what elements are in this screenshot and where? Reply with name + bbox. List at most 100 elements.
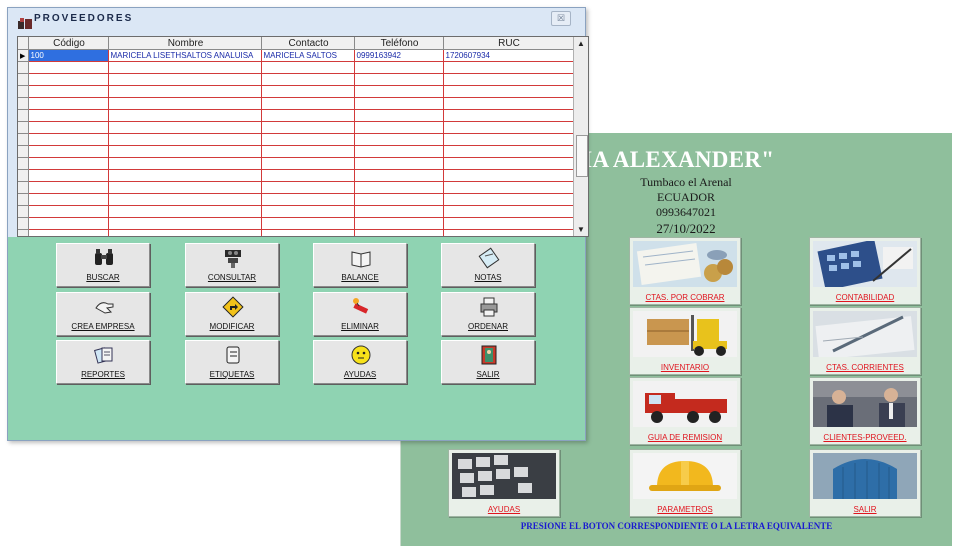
empty-cell[interactable] [28, 145, 109, 158]
empty-cell[interactable] [261, 85, 355, 98]
empty-cell[interactable] [443, 217, 574, 230]
empty-cell[interactable] [354, 181, 444, 194]
guia-de-remision-button[interactable]: GUIA DE REMISION [629, 377, 741, 445]
column-header[interactable]: Contacto [261, 37, 355, 50]
empty-cell[interactable] [354, 133, 444, 146]
empty-cell[interactable] [28, 61, 109, 74]
clientes-proveed-button[interactable]: CLIENTES-PROVEED. [809, 377, 921, 445]
empty-cell[interactable] [354, 85, 444, 98]
empty-cell[interactable] [261, 109, 355, 122]
empty-table-row[interactable] [18, 205, 574, 218]
empty-cell[interactable] [28, 217, 109, 230]
empty-cell[interactable] [261, 121, 355, 134]
cell-nombre[interactable]: MARICELA LISETHSALTOS ANALUISA [108, 49, 262, 62]
column-header[interactable]: Código [28, 37, 109, 50]
empty-cell[interactable] [28, 109, 109, 122]
scroll-up-arrow-icon[interactable]: ▲ [574, 37, 588, 50]
empty-cell[interactable] [261, 157, 355, 170]
empty-cell[interactable] [354, 205, 444, 218]
empty-cell[interactable] [443, 157, 574, 170]
empty-cell[interactable] [354, 229, 444, 236]
ctas-corrientes-button[interactable]: CTAS. CORRIENTES [809, 307, 921, 375]
empty-cell[interactable] [261, 73, 355, 86]
table-row[interactable]: ▶ 100 MARICELA LISETHSALTOS ANALUISA MAR… [18, 49, 574, 62]
empty-cell[interactable] [261, 229, 355, 236]
empty-table-row[interactable] [18, 121, 574, 134]
empty-cell[interactable] [443, 169, 574, 182]
cell-contacto[interactable]: MARICELA SALTOS [261, 49, 355, 62]
notas-button[interactable]: NOTAS [441, 243, 535, 287]
salir-button[interactable]: SALIR [441, 340, 535, 384]
reportes-button[interactable]: REPORTES [56, 340, 150, 384]
empty-cell[interactable] [108, 205, 262, 218]
empty-cell[interactable] [108, 169, 262, 182]
ordenar-button[interactable]: ORDENAR [441, 292, 535, 336]
cell-ruc[interactable]: 1720607934 [443, 49, 574, 62]
ayudas-tile-button[interactable]: AYUDAS [448, 449, 560, 517]
empty-table-row[interactable] [18, 97, 574, 110]
empty-cell[interactable] [443, 145, 574, 158]
balance-button[interactable]: BALANCE [313, 243, 407, 287]
empty-table-row[interactable] [18, 157, 574, 170]
empty-cell[interactable] [108, 133, 262, 146]
empty-cell[interactable] [108, 157, 262, 170]
empty-cell[interactable] [28, 121, 109, 134]
empty-cell[interactable] [28, 169, 109, 182]
empty-cell[interactable] [354, 193, 444, 206]
cell-codigo[interactable]: 100 [28, 49, 109, 62]
empty-table-row[interactable] [18, 85, 574, 98]
empty-cell[interactable] [108, 121, 262, 134]
column-header[interactable]: RUC [443, 37, 574, 50]
empty-table-row[interactable] [18, 217, 574, 230]
empty-cell[interactable] [443, 85, 574, 98]
empty-cell[interactable] [28, 229, 109, 236]
cell-telefono[interactable]: 0999163942 [354, 49, 444, 62]
empty-cell[interactable] [443, 121, 574, 134]
empty-cell[interactable] [443, 205, 574, 218]
inventario-button[interactable]: INVENTARIO [629, 307, 741, 375]
empty-cell[interactable] [354, 217, 444, 230]
empty-cell[interactable] [354, 61, 444, 74]
empty-table-row[interactable] [18, 133, 574, 146]
empty-cell[interactable] [354, 109, 444, 122]
empty-cell[interactable] [261, 217, 355, 230]
empty-cell[interactable] [108, 217, 262, 230]
empty-cell[interactable] [443, 97, 574, 110]
empty-table-row[interactable] [18, 181, 574, 194]
empty-cell[interactable] [443, 133, 574, 146]
vertical-scrollbar[interactable]: ▲ ▼ [573, 37, 588, 236]
buscar-button[interactable]: BUSCAR [56, 243, 150, 287]
empty-cell[interactable] [261, 193, 355, 206]
column-header[interactable]: Teléfono [354, 37, 444, 50]
empty-cell[interactable] [28, 205, 109, 218]
empty-cell[interactable] [108, 73, 262, 86]
empty-table-row[interactable] [18, 61, 574, 74]
column-header[interactable]: Nombre [108, 37, 262, 50]
empty-cell[interactable] [261, 145, 355, 158]
empty-cell[interactable] [354, 121, 444, 134]
empty-table-row[interactable] [18, 73, 574, 86]
empty-cell[interactable] [108, 145, 262, 158]
ctas-por-cobrar-button[interactable]: CTAS. POR COBRAR [629, 237, 741, 305]
empty-cell[interactable] [28, 97, 109, 110]
empty-cell[interactable] [261, 97, 355, 110]
empty-cell[interactable] [108, 85, 262, 98]
empty-cell[interactable] [261, 61, 355, 74]
parametros-button[interactable]: PARAMETROS [629, 449, 741, 517]
empty-table-row[interactable] [18, 169, 574, 182]
empty-cell[interactable] [354, 145, 444, 158]
modificar-button[interactable]: MODIFICAR [185, 292, 279, 336]
empty-cell[interactable] [108, 229, 262, 236]
empty-cell[interactable] [28, 73, 109, 86]
scroll-thumb[interactable] [576, 135, 588, 177]
salir-tile-button[interactable]: SALIR [809, 449, 921, 517]
empty-cell[interactable] [28, 157, 109, 170]
empty-cell[interactable] [28, 193, 109, 206]
ayudas-button[interactable]: AYUDAS [313, 340, 407, 384]
empty-table-row[interactable] [18, 145, 574, 158]
empty-cell[interactable] [354, 73, 444, 86]
empty-table-row[interactable] [18, 229, 574, 236]
empty-cell[interactable] [261, 133, 355, 146]
empty-cell[interactable] [108, 97, 262, 110]
empty-cell[interactable] [443, 181, 574, 194]
